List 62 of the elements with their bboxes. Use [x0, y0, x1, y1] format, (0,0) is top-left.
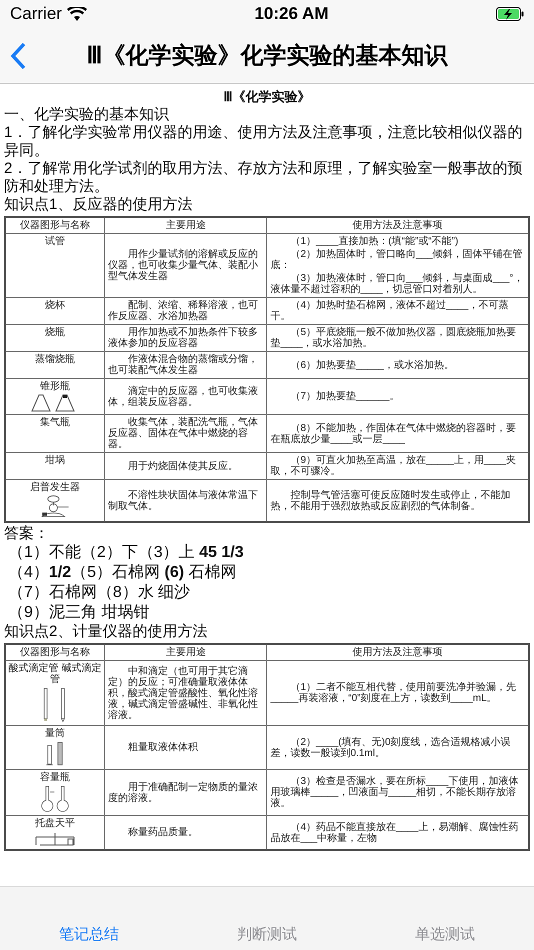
usage-note: （1）二者不能互相代替，使用前要洗净并验漏，先_____再装溶液，“0”刻度在上方，读数到____mL。	[270, 682, 518, 704]
usage-note: （8）不能加热，作固体在气体中燃烧的容器时，要在瓶底放少量____或一层____	[270, 422, 518, 444]
usage-note: （9）可直火加热至高温，放在_____上，用____夹取，不可骤冷。	[270, 455, 518, 477]
gas-generator-drawing	[39, 495, 72, 519]
usage-note: （6）加热要垫_____，或水浴加热。	[289, 360, 455, 370]
usage-note: （3）加热液体时，管口向___倾斜，与桌面成___°，液体量不超过容积的____，切忌管口对着别人。	[270, 273, 524, 295]
document-subtitle: Ⅲ《化学实验》	[222, 88, 312, 106]
instrument-name: 蒸馏烧瓶	[35, 354, 76, 365]
column-header: 使用方法及注意事项	[266, 217, 529, 234]
carrier-label: Carrier	[10, 3, 62, 26]
answer-text: （7）石棉网（8）水 细沙	[7, 583, 192, 603]
usage-note: （5）平底烧瓶一般不做加热仪器，圆底烧瓶加热要垫____，或水浴加热。	[270, 327, 518, 349]
tab-item[interactable]: 笔记总结	[0, 924, 178, 946]
instrument-name: 坩埚	[45, 455, 66, 466]
tab-item[interactable]: 判断测试	[178, 924, 356, 946]
instrument-name: 试管	[45, 236, 66, 247]
table-cell: 粗量取液体体积	[104, 726, 267, 770]
document-text: 答案：	[4, 525, 50, 543]
usage-note: 控制导气管活塞可使反应随时发生或停止，不能加热，不能用于强烈放热或反应剧烈的气体制备。	[270, 490, 512, 512]
table-cell: 作液体混合物的蒸馏或分馏，也可装配气体发生器	[104, 352, 267, 378]
instrument-name: 锥形瓶	[40, 381, 70, 392]
page-title: Ⅲ《化学实验》化学实验的基本知识	[86, 41, 449, 70]
wifi-icon	[66, 6, 87, 22]
document-text: 知识点2、计量仪器的使用方法	[4, 623, 208, 641]
table-cell: 滴定中的反应器，也可收集液体，组装反应容器。	[104, 378, 267, 414]
instrument-name: 烧瓶	[45, 327, 66, 338]
table-cell: 用于准确配制一定物质的量浓度的溶液。	[104, 770, 267, 816]
tab-item[interactable]: 单选测试	[356, 924, 534, 946]
table-cell: 配制、浓缩、稀释溶液，也可作反应器、水浴加热器	[104, 298, 267, 324]
instrument-name: 容量瓶	[40, 772, 70, 783]
usage-note: （4）药品不能直接放在____上，易潮解、腐蚀性药品放在___中称量，左物	[270, 822, 520, 844]
usage-note: （3）检查是否漏水，要在所标____下使用，加液体用玻璃棒_____，凹液面与_____相切，不能长期存放溶液。	[270, 776, 520, 809]
answer-text: （9）泥三角 坩埚钳	[7, 603, 150, 623]
instrument-name: 烧杯	[45, 300, 66, 311]
usage-note: （2）加热固体时，管口略向___倾斜，固体平铺在管底：	[270, 249, 524, 271]
table-cell: 中和滴定（也可用于其它滴定）的反应；可准确量取液体体积，酸式滴定管盛酸性、氧化性溶液，碱式滴定管盛碱性、非氧化性溶液。	[104, 660, 267, 726]
instrument-name: 集气瓶	[40, 417, 70, 428]
column-header: 主要用途	[104, 217, 267, 234]
document-text: 1．了解化学实验常用仪器的用途、使用方法及注意事项，注意比较相似仪器的异同。	[4, 124, 524, 160]
answer-text: （1）不能（2）下（3）上 45 1/3	[7, 543, 245, 563]
table-cell: 收集气体，装配洗气瓶，气体反应器、固体在气体中燃烧的容器。	[104, 414, 267, 452]
back-chevron-icon	[10, 42, 26, 70]
document-text: 知识点1、反应器的使用方法	[4, 196, 194, 214]
instrument-name: 托盘天平	[35, 818, 76, 829]
column-header: 主要用途	[104, 644, 267, 660]
table-cell: 用于灼烧固体使其反应。	[104, 452, 267, 480]
document-text: 一、化学实验的基本知识	[4, 106, 170, 124]
status-time: 10:26 AM	[254, 3, 328, 26]
answer-text: （4）1/2（5）石棉网 (6) 石棉网	[7, 563, 238, 583]
instrument-name: 启普发生器	[30, 482, 80, 493]
usage-note: （4）加热时垫石棉网，液体不超过____，不可蒸干。	[270, 300, 510, 322]
usage-note: （1）____直接加热：(填“能”或“不能”)	[289, 236, 460, 247]
column-header: 仪器图形与名称	[5, 217, 105, 234]
instrument-name: 量筒	[45, 728, 66, 739]
table-cell: 用作少量试剂的溶解或反应的仪器，也可收集少量气体、装配小型气体发生器	[104, 234, 267, 298]
column-header: 仪器图形与名称	[5, 644, 105, 660]
table-cell: 用作加热或不加热条件下较多液体参加的反应容器	[104, 324, 267, 352]
document-text: 2．了解常用化学试剂的取用方法、存放方法和原理，了解实验室一般事故的预防和处理方法。	[4, 160, 524, 196]
column-header: 使用方法及注意事项	[266, 644, 529, 660]
usage-note: （2）____(填有、无)0刻度线，选合适规格减小误差，读数一般读到0.1ml。	[270, 736, 512, 758]
usage-note: （7）加热要垫______。	[289, 391, 400, 402]
instrument-name: 酸式滴定管 碱式滴定管	[8, 663, 102, 685]
